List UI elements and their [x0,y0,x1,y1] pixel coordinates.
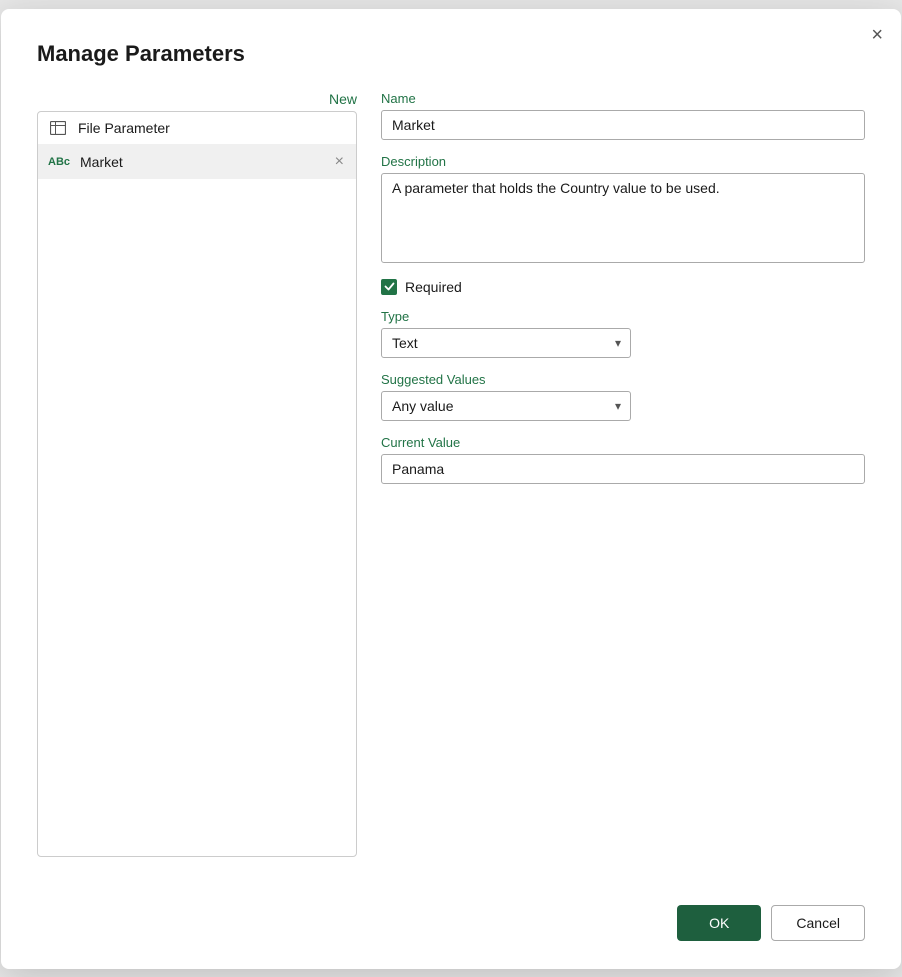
name-input[interactable] [381,110,865,140]
name-label: Name [381,91,865,106]
required-row: Required [381,279,865,295]
abc-icon: ABc [48,156,70,168]
type-label: Type [381,309,865,324]
required-checkbox[interactable] [381,279,397,295]
suggested-label: Suggested Values [381,372,865,387]
description-label: Description [381,154,865,169]
dialog-title: Manage Parameters [37,41,865,67]
list-item[interactable]: File Parameter [38,112,356,145]
cancel-button[interactable]: Cancel [771,905,865,941]
left-panel: New File Parameter ABc [37,91,357,857]
manage-parameters-dialog: × Manage Parameters New File Parameter [1,9,901,969]
parameter-list: File Parameter ABc Market × [37,111,357,857]
required-label: Required [405,279,462,295]
name-field-group: Name [381,91,865,140]
current-value-field-group: Current Value [381,435,865,484]
list-item[interactable]: ABc Market × [38,145,356,179]
type-select[interactable]: Text Number Date Decimal Number True/Fal… [381,328,631,358]
current-value-label: Current Value [381,435,865,450]
current-value-input[interactable] [381,454,865,484]
param-name-file: File Parameter [78,120,346,136]
close-button[interactable]: × [871,25,883,45]
remove-button[interactable]: × [333,153,346,171]
param-name-market: Market [80,154,323,170]
description-textarea[interactable]: A parameter that holds the Country value… [381,173,865,263]
dialog-body: New File Parameter ABc [37,91,865,857]
table-icon [48,121,68,135]
dialog-footer: OK Cancel [37,889,865,941]
right-panel: Name Description A parameter that holds … [381,91,865,857]
type-select-wrapper: Text Number Date Decimal Number True/Fal… [381,328,631,358]
description-field-group: Description A parameter that holds the C… [381,154,865,263]
suggested-select[interactable]: Any value List of values Query [381,391,631,421]
new-link[interactable]: New [329,91,357,107]
type-field-group: Type Text Number Date Decimal Number Tru… [381,309,865,358]
ok-button[interactable]: OK [677,905,761,941]
suggested-select-wrapper: Any value List of values Query ▾ [381,391,631,421]
suggested-field-group: Suggested Values Any value List of value… [381,372,865,421]
